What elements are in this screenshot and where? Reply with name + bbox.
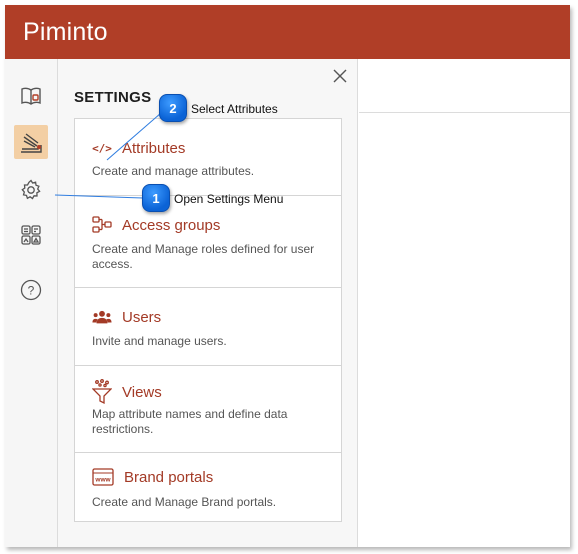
callout-badge-2: 2 xyxy=(159,94,187,122)
callout-badge-1: 1 xyxy=(142,184,170,212)
callout-text-2: Select Attributes xyxy=(191,102,278,116)
callout-lines xyxy=(54,112,162,199)
callout-number: 1 xyxy=(152,190,160,206)
callout-text-1: Open Settings Menu xyxy=(174,192,284,206)
callout-number: 2 xyxy=(169,100,177,116)
